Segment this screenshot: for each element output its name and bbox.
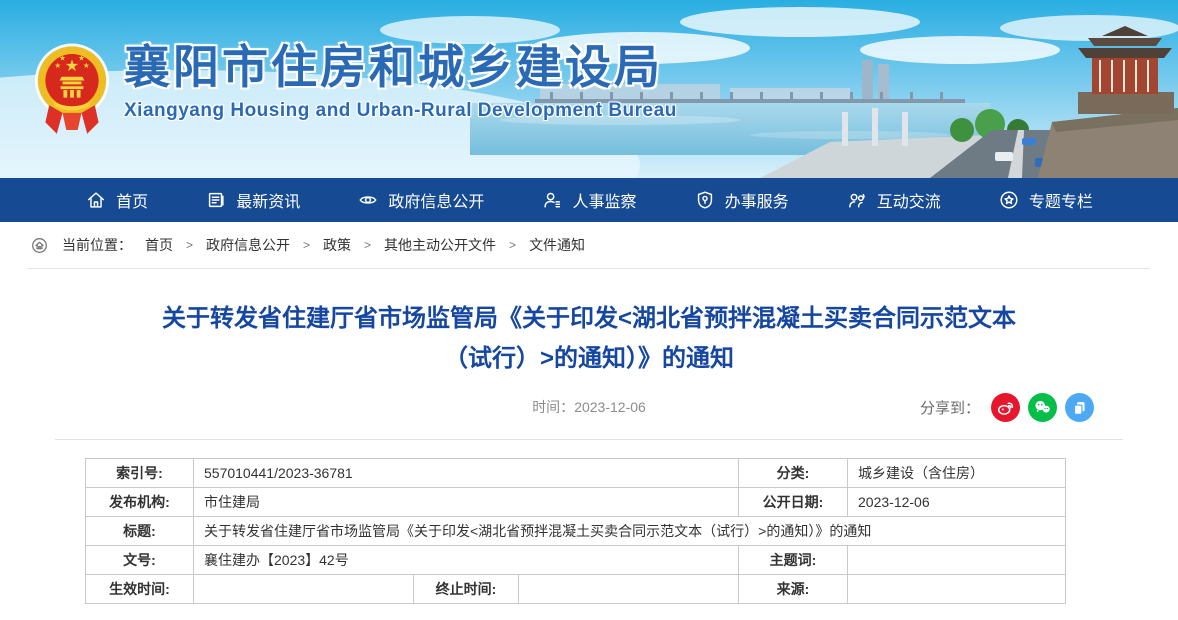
publish-time-label: 时间： [532, 399, 574, 415]
doc-number-value: 襄住建办【2023】42号 [194, 546, 739, 575]
nav-label: 专题专栏 [1029, 188, 1093, 212]
publisher-label: 发布机构: [86, 488, 194, 517]
share-weibo-button[interactable] [991, 393, 1020, 422]
page-title: 关于转发省住建厅省市场监管局《关于印发<湖北省预拌混凝土买卖合同示范文本 （试行… [89, 299, 1089, 379]
keywords-label: 主题词: [739, 546, 848, 575]
publish-date-value: 2023-12-06 [848, 488, 1066, 517]
nav-item-services[interactable]: 办事服务 [694, 188, 789, 212]
svg-text:★: ★ [78, 54, 85, 63]
nav-item-news[interactable]: 最新资讯 [205, 188, 300, 212]
eye-icon [357, 189, 379, 211]
breadcrumb-item-other-docs[interactable]: 其他主动公开文件 [384, 235, 496, 255]
doc-title-value: 关于转发省住建厅省市场监管局《关于印发<湖北省预拌混凝土买卖合同示范文本（试行）… [194, 517, 1066, 546]
nav-label: 最新资讯 [236, 188, 300, 212]
doc-title-label: 标题: [86, 517, 194, 546]
article-meta-row: 时间：2023-12-06 分享到： [0, 391, 1178, 423]
source-value [848, 575, 1066, 604]
nav-label: 互动交流 [877, 188, 941, 212]
breadcrumb-prefix: 当前位置： [62, 235, 132, 255]
table-row-validity: 生效时间: 终止时间: 来源: [86, 575, 1066, 604]
category-label: 分类: [739, 459, 848, 488]
breadcrumb-separator: > [303, 238, 310, 252]
nav-label: 政府信息公开 [388, 188, 484, 212]
table-row-index: 索引号: 557010441/2023-36781 分类: 城乡建设（含住房） [86, 459, 1066, 488]
breadcrumb-separator: > [509, 238, 516, 252]
nav-item-home[interactable]: 首页 [85, 188, 148, 212]
svg-text:★: ★ [65, 57, 79, 75]
site-brand: ★ ★ ★ ★ ★ 襄阳市住房和城乡建设局 Xiangyang Housing … [34, 42, 677, 140]
nav-label: 人事监察 [572, 188, 636, 212]
news-icon [205, 189, 227, 211]
source-label: 来源: [739, 575, 848, 604]
nav-item-interaction[interactable]: 互动交流 [846, 188, 941, 212]
svg-text:★: ★ [59, 54, 66, 63]
national-emblem-logo: ★ ★ ★ ★ ★ [34, 42, 110, 140]
breadcrumb-item-gov-info[interactable]: 政府信息公开 [206, 235, 290, 255]
page-title-line1: 关于转发省住建厅省市场监管局《关于印发<湖北省预拌混凝土买卖合同示范文本 [89, 299, 1089, 339]
page-title-line2: （试行）>的通知）》的通知 [89, 339, 1089, 379]
breadcrumb-container: 当前位置： 首页 > 政府信息公开 > 政策 > 其他主动公开文件 > 文件通知 [28, 222, 1150, 269]
site-title-en: Xiangyang Housing and Urban-Rural Develo… [124, 100, 677, 122]
wechat-icon [1032, 397, 1053, 418]
breadcrumb: 当前位置： 首页 > 政府信息公开 > 政策 > 其他主动公开文件 > 文件通知 [28, 222, 1150, 268]
star-icon [998, 189, 1020, 211]
end-date-label: 终止时间: [414, 575, 519, 604]
chat-icon [846, 189, 868, 211]
content-divider [55, 439, 1123, 440]
nav-item-gov-info[interactable]: 政府信息公开 [357, 188, 484, 212]
site-title-zh: 襄阳市住房和城乡建设局 [124, 42, 677, 93]
nav-item-personnel[interactable]: 人事监察 [541, 188, 636, 212]
share-bar: 分享到： [920, 391, 1094, 423]
table-row-agency: 发布机构: 市住建局 公开日期: 2023-12-06 [86, 488, 1066, 517]
nav-item-special-topics[interactable]: 专题专栏 [998, 188, 1093, 212]
nav-label: 首页 [116, 188, 148, 212]
publisher-value: 市住建局 [194, 488, 739, 517]
main-nav: 首页 最新资讯 政府信息公开 人事监察 办事服务 互动交流 [0, 178, 1178, 222]
effective-date-value [194, 575, 414, 604]
breadcrumb-separator: > [186, 238, 193, 252]
weibo-icon [995, 397, 1016, 418]
breadcrumb-separator: > [364, 238, 371, 252]
doc-number-label: 文号: [86, 546, 194, 575]
site-header: ★ ★ ★ ★ ★ 襄阳市住房和城乡建设局 Xiangyang Housing … [0, 0, 1178, 178]
table-row-doc-number: 文号: 襄住建办【2023】42号 主题词: [86, 546, 1066, 575]
breadcrumb-item-notices[interactable]: 文件通知 [529, 235, 585, 255]
copy-icon [1069, 397, 1090, 418]
location-home-icon [30, 236, 49, 255]
share-label: 分享到： [920, 397, 980, 418]
breadcrumb-item-home[interactable]: 首页 [145, 235, 173, 255]
index-number-value: 557010441/2023-36781 [194, 459, 739, 488]
keywords-value [848, 546, 1066, 575]
publish-time-value: 2023-12-06 [574, 399, 646, 415]
breadcrumb-item-policy[interactable]: 政策 [323, 235, 351, 255]
person-icon [541, 189, 563, 211]
table-row-title: 标题: 关于转发省住建厅省市场监管局《关于印发<湖北省预拌混凝土买卖合同示范文本… [86, 517, 1066, 546]
share-copy-button[interactable] [1065, 393, 1094, 422]
category-value: 城乡建设（含住房） [848, 459, 1066, 488]
home-icon [85, 189, 107, 211]
index-number-label: 索引号: [86, 459, 194, 488]
share-wechat-button[interactable] [1028, 393, 1057, 422]
publish-date-label: 公开日期: [739, 488, 848, 517]
end-date-value [519, 575, 739, 604]
document-meta-table: 索引号: 557010441/2023-36781 分类: 城乡建设（含住房） … [85, 458, 1066, 604]
shield-icon [694, 189, 716, 211]
nav-label: 办事服务 [725, 188, 789, 212]
effective-date-label: 生效时间: [86, 575, 194, 604]
